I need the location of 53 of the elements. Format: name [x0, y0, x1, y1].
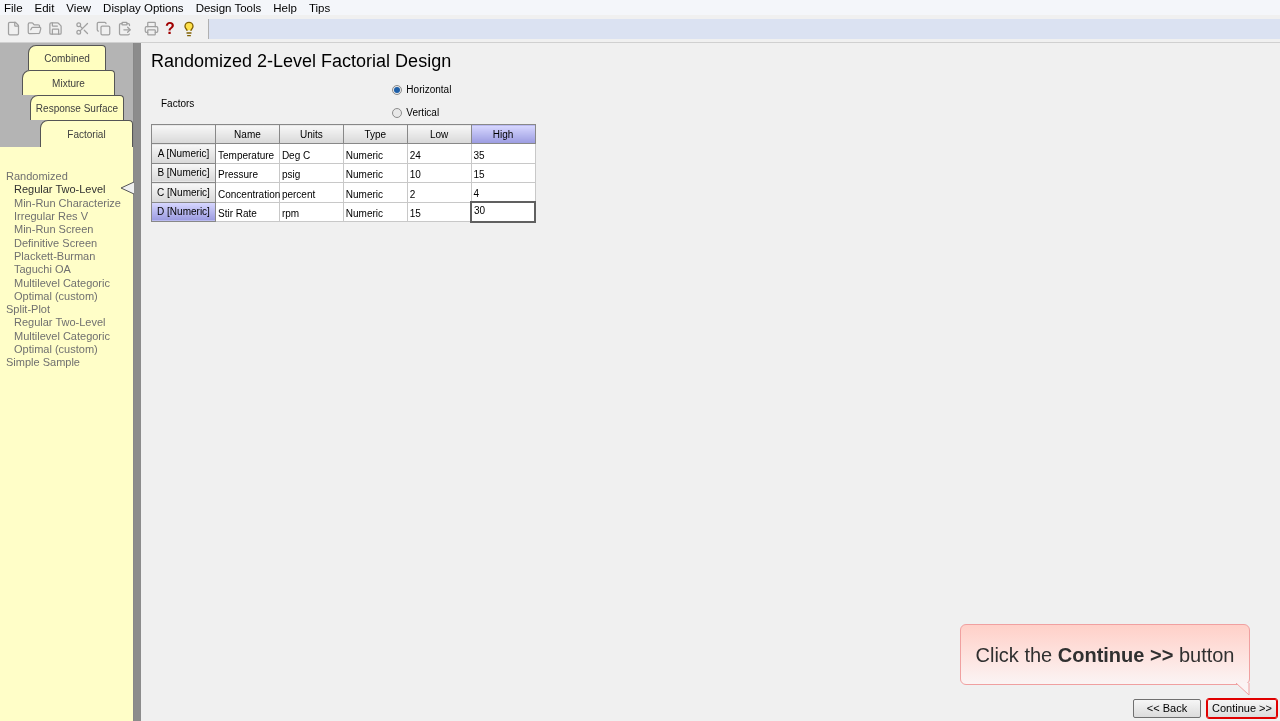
row-header[interactable]: C [Numeric] [151, 182, 216, 202]
row-header[interactable]: B [Numeric] [151, 163, 216, 183]
tree-item[interactable]: Plackett-Burman [0, 249, 96, 263]
factors-label: Factors [161, 97, 195, 111]
tree-item[interactable]: Simple Sample [0, 356, 80, 370]
column-header[interactable]: Name [215, 124, 280, 144]
tab[interactable]: Mixture [22, 70, 115, 95]
paste-icon[interactable] [117, 21, 132, 36]
menu-item[interactable]: View [66, 0, 92, 15]
nav-button[interactable]: << Back [1133, 699, 1201, 718]
pointer-icon [120, 181, 134, 196]
column-header[interactable]: High [471, 124, 535, 144]
corner-header [151, 124, 216, 144]
tree-item[interactable]: Regular Two-Level [0, 183, 106, 197]
tree-item[interactable]: Optimal (custom) [0, 289, 98, 303]
column-header[interactable]: Low [407, 124, 472, 144]
tab[interactable]: Combined [28, 45, 106, 70]
tree-item[interactable]: Definitive Screen [0, 236, 98, 250]
tree-item[interactable]: Optimal (custom) [0, 343, 98, 356]
tree-item[interactable]: Multilevel Categoric [0, 276, 110, 290]
printer-icon[interactable] [144, 21, 159, 36]
menu-item[interactable]: Display Options [103, 0, 184, 15]
menu-item[interactable]: Help [273, 0, 297, 15]
nav-button[interactable]: Continue >> [1207, 699, 1277, 718]
column-header[interactable]: Type [343, 124, 408, 144]
row-header[interactable]: A [Numeric] [151, 143, 216, 163]
table-cell[interactable]: 30 [471, 202, 535, 222]
column-header[interactable]: Units [279, 124, 344, 144]
menu-item[interactable]: Tips [308, 0, 331, 15]
menu-item[interactable]: Edit [34, 0, 55, 15]
save-icon[interactable] [48, 21, 63, 36]
tree-item[interactable]: Irregular Res V [0, 210, 88, 224]
tree-item[interactable]: Split-Plot [0, 303, 51, 317]
new-file-icon[interactable] [6, 21, 21, 36]
copy-icon[interactable] [96, 21, 111, 36]
scissors-icon[interactable] [75, 21, 90, 36]
tree-item[interactable]: Multilevel Categoric [0, 329, 110, 343]
tab[interactable]: Factorial [40, 120, 133, 147]
tree-item[interactable]: Regular Two-Level [0, 316, 106, 330]
menu-item[interactable]: Design Tools [195, 0, 262, 15]
callout-text: Click the Continue >> button [975, 642, 1235, 668]
help-button[interactable]: ? [165, 20, 175, 37]
radio-button[interactable]: Vertical [392, 105, 452, 120]
tree-item[interactable]: Taguchi OA [0, 263, 71, 277]
tree-item[interactable]: Min-Run Screen [0, 223, 94, 237]
tab[interactable]: Response Surface [30, 95, 124, 120]
menu-item[interactable]: File [4, 0, 23, 15]
tree-item[interactable]: Randomized [0, 170, 68, 184]
page-title: Randomized 2-Level Factorial Design [151, 50, 453, 72]
tree-item[interactable]: Min-Run Characterize [0, 196, 121, 210]
row-header[interactable]: D [Numeric] [151, 202, 216, 222]
folder-icon[interactable] [27, 21, 42, 36]
radio-button[interactable]: Horizontal [392, 82, 452, 97]
